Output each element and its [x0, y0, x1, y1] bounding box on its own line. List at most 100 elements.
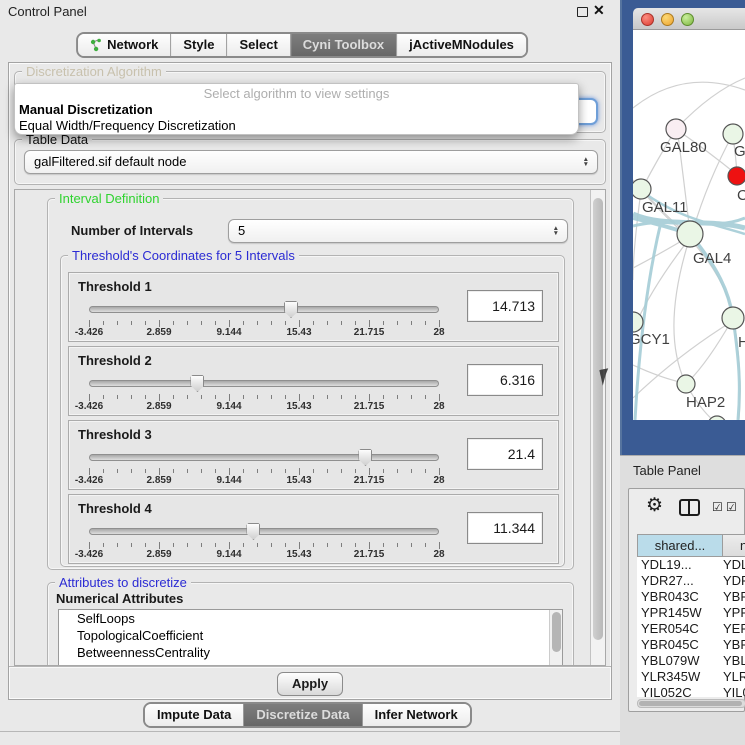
slider-track[interactable]: [89, 528, 439, 535]
close-traffic-light-icon[interactable]: [641, 13, 654, 26]
threshold-value-field[interactable]: 14.713: [467, 290, 543, 322]
tab-impute-data[interactable]: Impute Data: [145, 704, 243, 726]
node-label: C: [737, 187, 745, 204]
table-row[interactable]: YER054CYER0: [637, 621, 745, 637]
network-canvas[interactable]: GAL80G.CGAL11GAL4GCY1HHAP2: [633, 30, 745, 420]
cell-shared-name: YBR045C: [637, 637, 723, 653]
network-node[interactable]: [728, 167, 745, 185]
table-row[interactable]: YDR27...YDR2: [637, 573, 745, 589]
cell-shared-name: YIL052C: [637, 685, 723, 697]
slider-thumb[interactable]: [190, 375, 204, 392]
node-label: G.: [734, 143, 745, 160]
tab-jactivemnodules[interactable]: jActiveMNodules: [396, 34, 526, 56]
slider-thumb[interactable]: [246, 523, 260, 540]
tab-select[interactable]: Select: [226, 34, 289, 56]
list-scrollbar-thumb[interactable]: [552, 612, 561, 652]
slider-track[interactable]: [89, 454, 439, 461]
network-node[interactable]: [677, 221, 703, 247]
threshold-value-field[interactable]: 6.316: [467, 364, 543, 396]
slider-track[interactable]: [89, 306, 439, 313]
cell-name: YER0: [723, 621, 745, 637]
table-h-scrollbar[interactable]: [637, 699, 745, 708]
network-node[interactable]: [722, 307, 744, 329]
table-row[interactable]: YBR043CYBR0: [637, 589, 745, 605]
tab-label: Impute Data: [157, 707, 231, 722]
float-window-icon[interactable]: [577, 7, 588, 17]
thresholds-group: Threshold's Coordinates for 5 Intervals …: [60, 255, 565, 567]
attribute-item[interactable]: SelfLoops: [59, 610, 562, 627]
threshold-value-field[interactable]: 11.344: [467, 512, 543, 544]
apply-strip: Apply: [9, 666, 611, 700]
network-node[interactable]: [723, 124, 743, 144]
numerical-attributes-label: Numerical Attributes: [56, 591, 183, 606]
tab-network[interactable]: Network: [78, 34, 170, 56]
table-h-scrollbar-thumb[interactable]: [639, 701, 742, 706]
checkbox-icon[interactable]: ☑: [726, 500, 737, 514]
attribute-item[interactable]: BetweennessCentrality: [59, 644, 562, 661]
zoom-traffic-light-icon[interactable]: [681, 13, 694, 26]
checkbox-icon[interactable]: ☑: [712, 500, 723, 514]
tab-infer-network[interactable]: Infer Network: [362, 704, 470, 726]
bottom-tabbar: Impute Data Discretize Data Infer Network: [143, 702, 472, 728]
network-node[interactable]: [708, 416, 726, 420]
slider-tick-labels: -3.4262.8599.14415.4321.71528: [89, 401, 439, 413]
cell-name: YBR0: [723, 637, 745, 653]
cell-shared-name: YDL19...: [637, 557, 723, 573]
threshold-slider[interactable]: -3.4262.8599.14415.4321.71528: [89, 301, 439, 339]
attributes-group: Attributes to discretize Numerical Attri…: [47, 582, 574, 666]
table-row[interactable]: YBR045CYBR0: [637, 637, 745, 653]
cell-shared-name: YLR345W: [637, 669, 723, 685]
tab-style[interactable]: Style: [170, 34, 226, 56]
split-table-icon[interactable]: [679, 499, 700, 516]
panel-scrollbar[interactable]: [590, 190, 605, 665]
threshold-slider[interactable]: -3.4262.8599.14415.4321.71528: [89, 375, 439, 413]
tab-cyni-toolbox[interactable]: Cyni Toolbox: [290, 34, 396, 56]
cell-shared-name: YDR27...: [637, 573, 723, 589]
numerical-attributes-list[interactable]: SelfLoopsTopologicalCoefficientBetweenne…: [58, 609, 563, 666]
dropdown-option[interactable]: Equal Width/Frequency Discretization: [15, 118, 578, 134]
panel-scrollbar-thumb[interactable]: [593, 198, 603, 640]
slider-thumb[interactable]: [358, 449, 372, 466]
threshold-label: Threshold 3: [78, 427, 152, 442]
tab-discretize-data[interactable]: Discretize Data: [243, 704, 361, 726]
threshold-slider[interactable]: -3.4262.8599.14415.4321.71528: [89, 449, 439, 487]
threshold-label: Threshold 2: [78, 353, 152, 368]
threshold-value-field[interactable]: 21.4: [467, 438, 543, 470]
threshold-slider[interactable]: -3.4262.8599.14415.4321.71528: [89, 523, 439, 561]
table-header-row: shared...na: [637, 534, 745, 557]
table-row[interactable]: YIL052CYIL0: [637, 685, 745, 697]
cell-name: YBL0: [723, 653, 745, 669]
table-row[interactable]: YDL19...YDL1: [637, 557, 745, 573]
network-window-titlebar[interactable]: [633, 8, 745, 30]
column-header[interactable]: shared...: [637, 534, 723, 557]
table-data-value: galFiltered.sif default node: [34, 154, 186, 169]
gear-icon[interactable]: ⚙: [646, 494, 663, 517]
column-header[interactable]: na: [723, 534, 745, 557]
slider-track[interactable]: [89, 380, 439, 387]
table-row[interactable]: YBL079WYBL0: [637, 653, 745, 669]
network-node[interactable]: [677, 375, 695, 393]
threshold-panel: Threshold 2 -3.4262.8599.14415.4321.71528…: [68, 346, 559, 416]
node-label: H: [738, 334, 745, 351]
network-node[interactable]: [666, 119, 686, 139]
number-of-intervals-select[interactable]: 5 ▲▼: [228, 219, 568, 243]
tab-label: Network: [107, 37, 158, 52]
slider-thumb[interactable]: [284, 301, 298, 318]
tab-label: Infer Network: [375, 707, 458, 722]
minimize-traffic-light-icon[interactable]: [661, 13, 674, 26]
group-title: Attributes to discretize: [55, 575, 191, 590]
attribute-item[interactable]: TopologicalCoefficient: [59, 627, 562, 644]
table-row[interactable]: YLR345WYLR3: [637, 669, 745, 685]
table-row[interactable]: YPR145WYPR1: [637, 605, 745, 621]
list-scrollbar[interactable]: [549, 610, 562, 666]
cell-shared-name: YBL079W: [637, 653, 723, 669]
dropdown-option[interactable]: Manual Discretization: [15, 102, 578, 118]
table-rows: YDL19...YDL1YDR27...YDR2YBR043CYBR0YPR14…: [637, 557, 745, 697]
tab-label: Discretize Data: [256, 707, 349, 722]
network-node[interactable]: [633, 179, 651, 199]
table-data-select[interactable]: galFiltered.sif default node ▲▼: [24, 150, 598, 174]
close-icon[interactable]: ✕: [593, 2, 605, 19]
slider-tick-labels: -3.4262.8599.14415.4321.71528: [89, 327, 439, 339]
apply-button[interactable]: Apply: [277, 672, 343, 696]
spinner-icon: ▲▼: [583, 157, 589, 167]
